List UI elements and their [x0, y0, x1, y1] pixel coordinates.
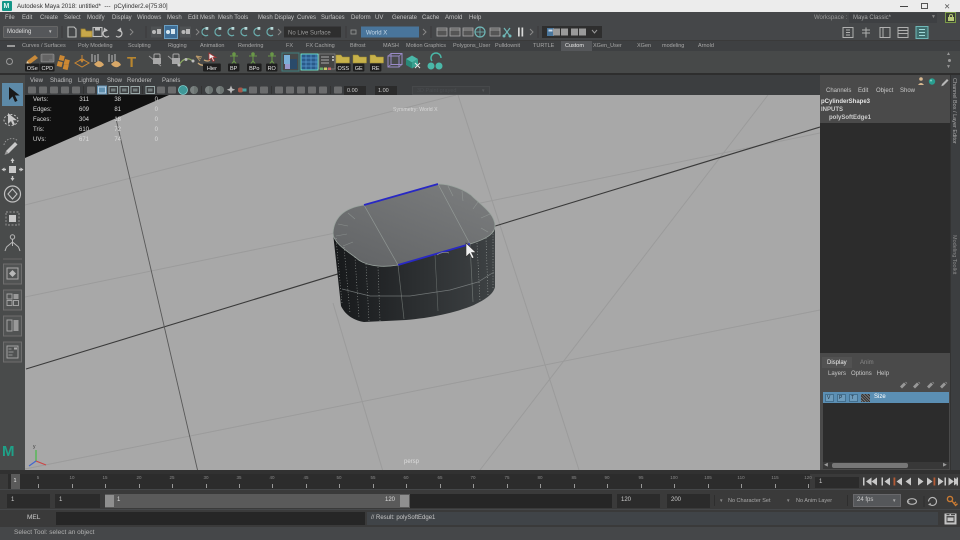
svg-text:persp: persp	[404, 459, 420, 465]
svg-text:UVs:: UVs:	[33, 137, 46, 143]
svg-text:Hier: Hier	[207, 66, 217, 72]
svg-text:T: T	[127, 54, 136, 71]
svg-text:OSS: OSS	[337, 66, 349, 72]
svg-text:RE: RE	[372, 66, 380, 72]
svg-text:CPD: CPD	[41, 66, 53, 72]
svg-text:72: 72	[114, 127, 121, 133]
svg-text:671: 671	[79, 137, 90, 143]
svg-text:81: 81	[114, 107, 121, 113]
svg-text:Edges:: Edges:	[33, 107, 52, 113]
svg-text:GE: GE	[355, 66, 363, 72]
svg-text:18: 18	[114, 117, 121, 123]
svg-text:610: 610	[79, 127, 90, 133]
svg-text:Verts:: Verts:	[33, 97, 49, 103]
svg-text:No Live Surface: No Live Surface	[288, 31, 331, 37]
svg-text:BP: BP	[230, 66, 238, 72]
svg-text:Faces:: Faces:	[33, 117, 51, 123]
svg-text:RO: RO	[268, 66, 277, 72]
svg-text:BPo: BPo	[249, 66, 259, 72]
svg-text:World X: World X	[366, 31, 387, 37]
svg-text:Symmetry: World X: Symmetry: World X	[393, 107, 438, 113]
svg-text:74: 74	[114, 137, 121, 143]
svg-text:OSe: OSe	[27, 66, 38, 72]
svg-text:304: 304	[79, 117, 90, 123]
svg-text:38: 38	[114, 97, 121, 103]
svg-text:Tris:: Tris:	[33, 127, 45, 133]
svg-text:311: 311	[79, 97, 89, 103]
svg-text:609: 609	[79, 107, 90, 113]
